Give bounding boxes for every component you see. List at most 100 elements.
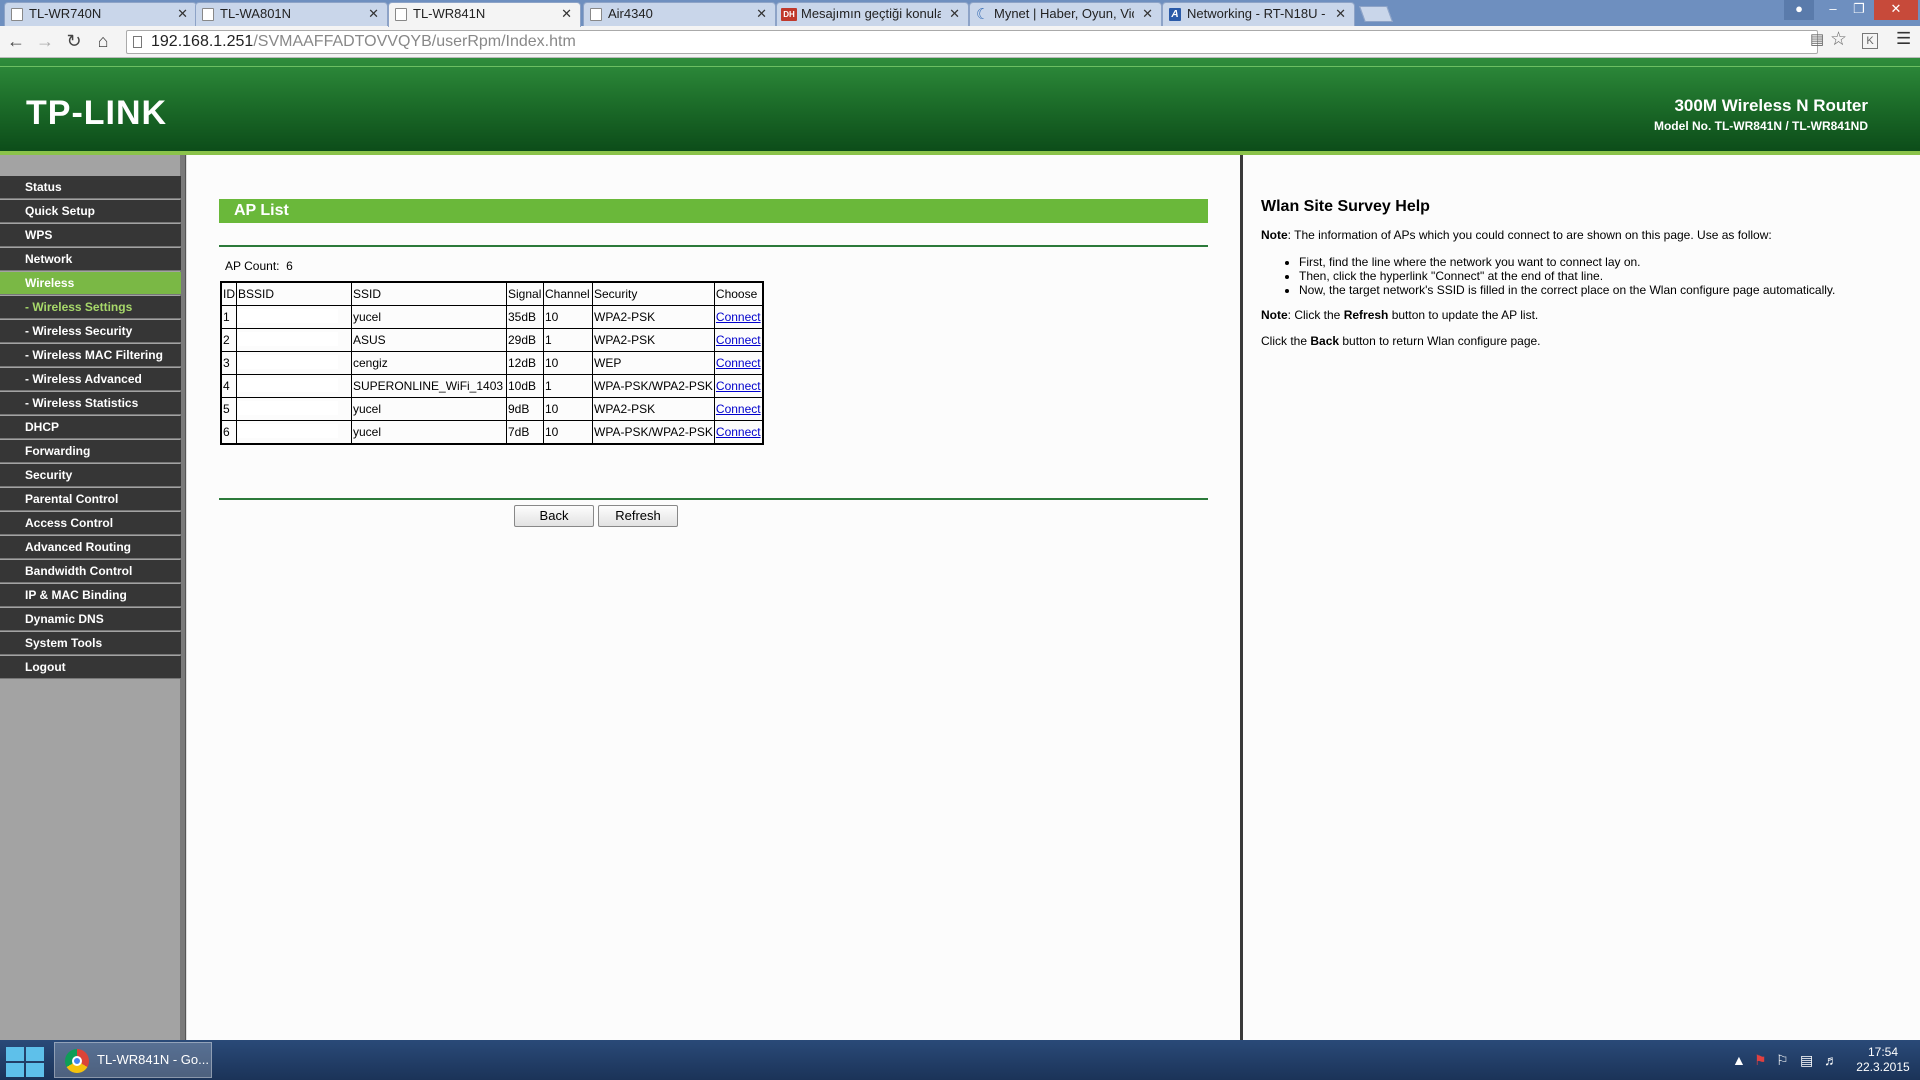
page-icon bbox=[395, 8, 407, 21]
redacted-bssid bbox=[238, 377, 338, 392]
action-center-flag-icon[interactable]: ⚐ bbox=[1776, 1052, 1789, 1069]
tab-tl-wr740n[interactable]: TL-WR740N ✕ bbox=[4, 2, 197, 26]
note-bold: Back bbox=[1310, 334, 1340, 348]
tab-asus-networking[interactable]: A Networking - RT-N18U - A ✕ bbox=[1162, 2, 1355, 26]
tab-label: Mynet | Haber, Oyun, Vide bbox=[994, 6, 1134, 21]
note-text: button to return Wlan configure page. bbox=[1339, 334, 1541, 348]
connect-link[interactable]: Connect bbox=[716, 379, 761, 393]
refresh-button[interactable]: Refresh bbox=[598, 505, 678, 527]
ap-channel: 1 bbox=[543, 328, 593, 352]
table-row: 2 ASUS 29dB 1 WPA2-PSK Connect bbox=[220, 328, 764, 352]
menu-item-access-control[interactable]: Access Control bbox=[0, 512, 181, 535]
menu-item-forwarding[interactable]: Forwarding bbox=[0, 440, 181, 463]
close-icon[interactable]: ✕ bbox=[561, 3, 572, 25]
table-row: 1 yucel 35dB 10 WPA2-PSK Connect bbox=[220, 305, 764, 329]
menu-item-status[interactable]: Status bbox=[0, 176, 181, 199]
taskbar-chrome-button[interactable]: TL-WR841N - Go... bbox=[54, 1042, 212, 1078]
connect-link[interactable]: Connect bbox=[716, 356, 761, 370]
ap-choose: Connect bbox=[713, 305, 764, 329]
close-icon[interactable]: ✕ bbox=[756, 3, 767, 25]
close-icon[interactable]: ✕ bbox=[1335, 3, 1346, 25]
column-header: Choose bbox=[713, 281, 764, 306]
tray-security-icon[interactable]: ⚑ bbox=[1754, 1052, 1767, 1069]
page-icon bbox=[11, 8, 23, 21]
ap-ssid: cengiz bbox=[351, 351, 507, 375]
tab-mynet[interactable]: ☾ Mynet | Haber, Oyun, Vide ✕ bbox=[969, 2, 1162, 26]
ap-ssid: yucel bbox=[351, 397, 507, 421]
menu-item-system-tools[interactable]: System Tools bbox=[0, 632, 181, 655]
taskbar-item-label: TL-WR841N - Go... bbox=[97, 1052, 209, 1067]
tab-tl-wr841n[interactable]: TL-WR841N ✕ bbox=[388, 2, 581, 27]
ap-count-label: AP Count: bbox=[225, 259, 280, 273]
connect-link[interactable]: Connect bbox=[716, 402, 761, 416]
back-button[interactable]: Back bbox=[514, 505, 594, 527]
ap-channel: 10 bbox=[543, 305, 593, 329]
close-icon[interactable]: ✕ bbox=[1142, 3, 1153, 25]
tab-label: Mesajımın geçtiği konular bbox=[801, 6, 941, 21]
tray-expand-icon[interactable]: ▲ bbox=[1732, 1052, 1746, 1068]
menu-item-wireless[interactable]: Wireless bbox=[0, 272, 181, 295]
note-bold: Refresh bbox=[1343, 308, 1389, 322]
menu-item-wireless-settings[interactable]: - Wireless Settings bbox=[0, 296, 181, 319]
menu-item-wireless-statistics[interactable]: - Wireless Statistics bbox=[0, 392, 181, 415]
maximize-button[interactable]: ❐ bbox=[1846, 0, 1872, 20]
address-bar[interactable]: 192.168.1.251/SVMAAFFADTOVVQYB/userRpm/I… bbox=[126, 30, 1818, 54]
note-text: : Click the bbox=[1287, 308, 1344, 322]
menu-item-logout[interactable]: Logout bbox=[0, 656, 181, 679]
volume-icon[interactable]: ♬ bbox=[1824, 1052, 1838, 1068]
close-icon[interactable]: ✕ bbox=[368, 3, 379, 25]
tab-donanimhaber[interactable]: DH Mesajımın geçtiği konular ✕ bbox=[776, 2, 969, 26]
ap-id: 2 bbox=[220, 328, 237, 352]
menu-icon[interactable]: ☰ bbox=[1896, 29, 1911, 49]
tab-label: TL-WA801N bbox=[220, 6, 292, 21]
back-arrow-icon[interactable]: ← bbox=[5, 31, 27, 53]
connect-link[interactable]: Connect bbox=[716, 310, 761, 324]
close-icon[interactable]: ✕ bbox=[177, 3, 188, 25]
reload-icon[interactable]: ↻ bbox=[63, 31, 85, 53]
ap-id: 5 bbox=[220, 397, 237, 421]
menu-item-bandwidth-control[interactable]: Bandwidth Control bbox=[0, 560, 181, 583]
ap-signal: 7dB bbox=[506, 420, 544, 445]
connect-link[interactable]: Connect bbox=[716, 333, 761, 347]
translate-icon[interactable]: ▤ bbox=[1810, 30, 1824, 48]
network-icon[interactable]: ▤ bbox=[1800, 1052, 1813, 1069]
connect-link[interactable]: Connect bbox=[716, 425, 761, 439]
menu-item-dynamic-dns[interactable]: Dynamic DNS bbox=[0, 608, 181, 631]
ap-ssid: yucel bbox=[351, 305, 507, 329]
router-header: TP-LINK 300M Wireless N Router Model No.… bbox=[0, 58, 1920, 155]
forward-arrow-icon[interactable]: → bbox=[34, 31, 56, 53]
page-icon bbox=[202, 8, 214, 21]
tab-tl-wa801n[interactable]: TL-WA801N ✕ bbox=[195, 2, 388, 26]
note-label: Note bbox=[1261, 308, 1288, 322]
home-icon[interactable]: ⌂ bbox=[92, 31, 114, 53]
menu-item-wireless-advanced[interactable]: - Wireless Advanced bbox=[0, 368, 181, 391]
extension-icon[interactable]: K bbox=[1862, 33, 1878, 49]
menu-item-network[interactable]: Network bbox=[0, 248, 181, 271]
note-text: Click the bbox=[1261, 334, 1311, 348]
new-tab-button[interactable] bbox=[1359, 6, 1393, 22]
menu-item-wireless-mac-filtering[interactable]: - Wireless MAC Filtering bbox=[0, 344, 181, 367]
minimize-button[interactable]: – bbox=[1820, 0, 1846, 20]
tab-label: Networking - RT-N18U - A bbox=[1187, 6, 1327, 21]
star-icon[interactable]: ☆ bbox=[1830, 28, 1847, 51]
ap-list-table: ID BSSID SSID Signal Channel Security Ch… bbox=[220, 281, 764, 445]
menu-item-advanced-routing[interactable]: Advanced Routing bbox=[0, 536, 181, 559]
ap-id: 1 bbox=[220, 305, 237, 329]
browser-toolbar: ← → ↻ ⌂ 192.168.1.251/SVMAAFFADTOVVQYB/u… bbox=[0, 26, 1920, 58]
menu-item-wps[interactable]: WPS bbox=[0, 224, 181, 247]
ap-channel: 1 bbox=[543, 374, 593, 398]
tab-air4340[interactable]: Air4340 ✕ bbox=[583, 2, 776, 26]
menu-item-security[interactable]: Security bbox=[0, 464, 181, 487]
close-window-button[interactable]: ✕ bbox=[1874, 0, 1918, 20]
system-clock[interactable]: 17:54 22.3.2015 bbox=[1852, 1045, 1914, 1075]
close-icon[interactable]: ✕ bbox=[949, 3, 960, 25]
menu-item-dhcp[interactable]: DHCP bbox=[0, 416, 181, 439]
windows-start-icon[interactable] bbox=[4, 1044, 48, 1078]
clock-date: 22.3.2015 bbox=[1856, 1060, 1910, 1074]
menu-item-quick-setup[interactable]: Quick Setup bbox=[0, 200, 181, 223]
menu-item-ip-mac-binding[interactable]: IP & MAC Binding bbox=[0, 584, 181, 607]
menu-item-parental-control[interactable]: Parental Control bbox=[0, 488, 181, 511]
user-icon[interactable]: ● bbox=[1784, 0, 1814, 20]
url-text: 192.168.1.251/SVMAAFFADTOVVQYB/userRpm/I… bbox=[151, 31, 576, 53]
menu-item-wireless-security[interactable]: - Wireless Security bbox=[0, 320, 181, 343]
